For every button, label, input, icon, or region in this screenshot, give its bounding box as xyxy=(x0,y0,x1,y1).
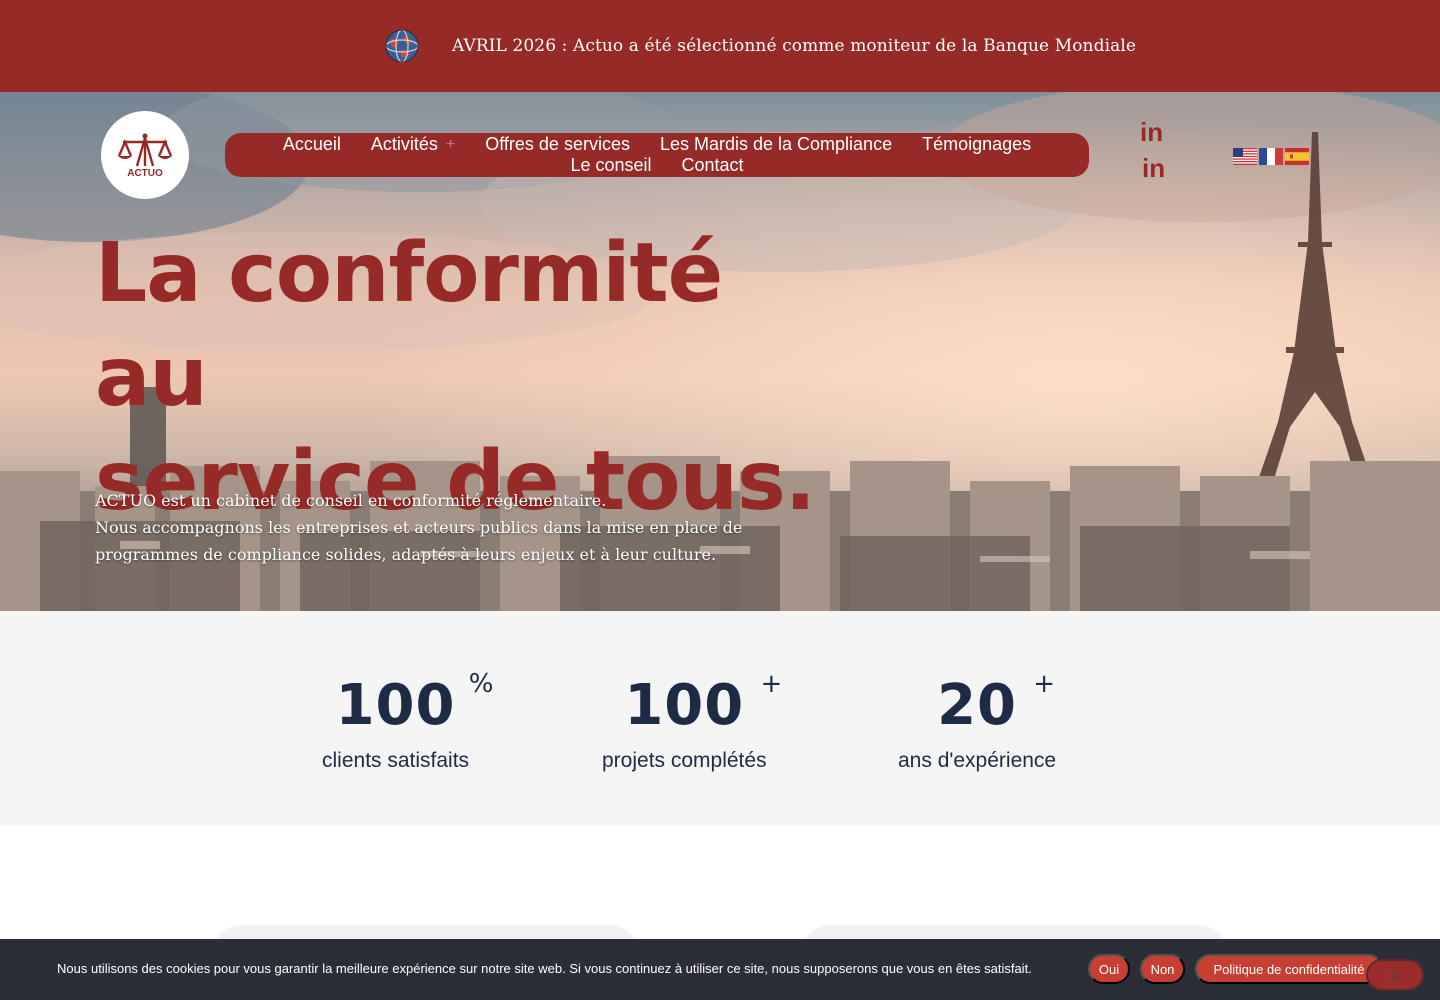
stat-suffix: + xyxy=(760,669,783,699)
hero-title-line: La conformité au xyxy=(95,226,723,425)
privacy-policy-button[interactable]: Politique de confidentialité xyxy=(1195,954,1383,984)
logo-text: ACTUO xyxy=(127,167,163,179)
stat-suffix: + xyxy=(1033,669,1056,699)
stat-value: 100 xyxy=(335,673,456,738)
nav-item-contact[interactable]: Contact xyxy=(682,155,744,176)
stat-suffix: % xyxy=(468,669,494,699)
main-nav: Accueil Activités + Offres de services L… xyxy=(225,133,1089,177)
stat-label: ans d'expérience xyxy=(898,749,1057,772)
cookie-banner: Nous utilisons des cookies pour vous gar… xyxy=(0,939,1440,1000)
plus-icon[interactable]: + xyxy=(446,134,455,155)
fr-flag-icon[interactable] xyxy=(1259,148,1283,165)
nav-item-accueil[interactable]: Accueil xyxy=(283,134,341,155)
globe-icon xyxy=(385,29,419,63)
linkedin-icon[interactable]: in xyxy=(1140,118,1165,146)
cookie-decline-button[interactable]: Non xyxy=(1140,954,1185,984)
stat-label: projets complétés xyxy=(602,749,767,772)
language-switcher xyxy=(1233,148,1309,165)
stat-value: 20 xyxy=(937,673,1018,738)
stat-label: clients satisfaits xyxy=(322,749,470,772)
site-logo[interactable]: ACTUO xyxy=(101,111,189,199)
stat-experience: 20 + ans d'expérience xyxy=(898,669,1057,773)
hero-description: ACTUO est un cabinet de conseil en confo… xyxy=(95,487,775,568)
linkedin-icon[interactable]: in xyxy=(1142,154,1165,182)
stat-value: 100 xyxy=(624,673,745,738)
nav-item-conseil[interactable]: Le conseil xyxy=(570,155,651,176)
close-icon xyxy=(1389,969,1401,981)
nav-item-offres[interactable]: Offres de services xyxy=(485,134,630,155)
es-flag-icon[interactable] xyxy=(1285,148,1309,165)
cookie-accept-button[interactable]: Oui xyxy=(1088,954,1130,984)
nav-item-mardis[interactable]: Les Mardis de la Compliance xyxy=(660,134,892,155)
stat-clients: 100 % clients satisfaits xyxy=(322,669,493,773)
hero-desc-line: programmes de compliance solides, adapté… xyxy=(95,545,717,564)
announcement-text[interactable]: AVRIL 2026 : Actuo a été sélectionné com… xyxy=(452,36,1136,56)
hero-desc-line: ACTUO est un cabinet de conseil en confo… xyxy=(95,491,607,510)
stat-projects: 100 + projets complétés xyxy=(602,669,782,773)
us-flag-icon[interactable] xyxy=(1233,148,1257,165)
announcement-bar: AVRIL 2026 : Actuo a été sélectionné com… xyxy=(0,0,1440,92)
scales-icon xyxy=(117,133,173,166)
nav-item-activites[interactable]: Activités + xyxy=(371,134,455,155)
hero-section: ACTUO Accueil Activités + Offres de serv… xyxy=(0,92,1440,611)
nav-item-label: Activités xyxy=(370,134,438,154)
cookie-text: Nous utilisons des cookies pour vous gar… xyxy=(57,961,1032,976)
stats-section: 100 % clients satisfaits 100 + projets c… xyxy=(0,611,1440,825)
social-links: in in xyxy=(1140,118,1165,182)
nav-item-temoignages[interactable]: Témoignages xyxy=(922,134,1031,155)
hero-desc-line: Nous accompagnons les entreprises et act… xyxy=(95,518,743,537)
cookie-close-button[interactable] xyxy=(1366,959,1424,991)
